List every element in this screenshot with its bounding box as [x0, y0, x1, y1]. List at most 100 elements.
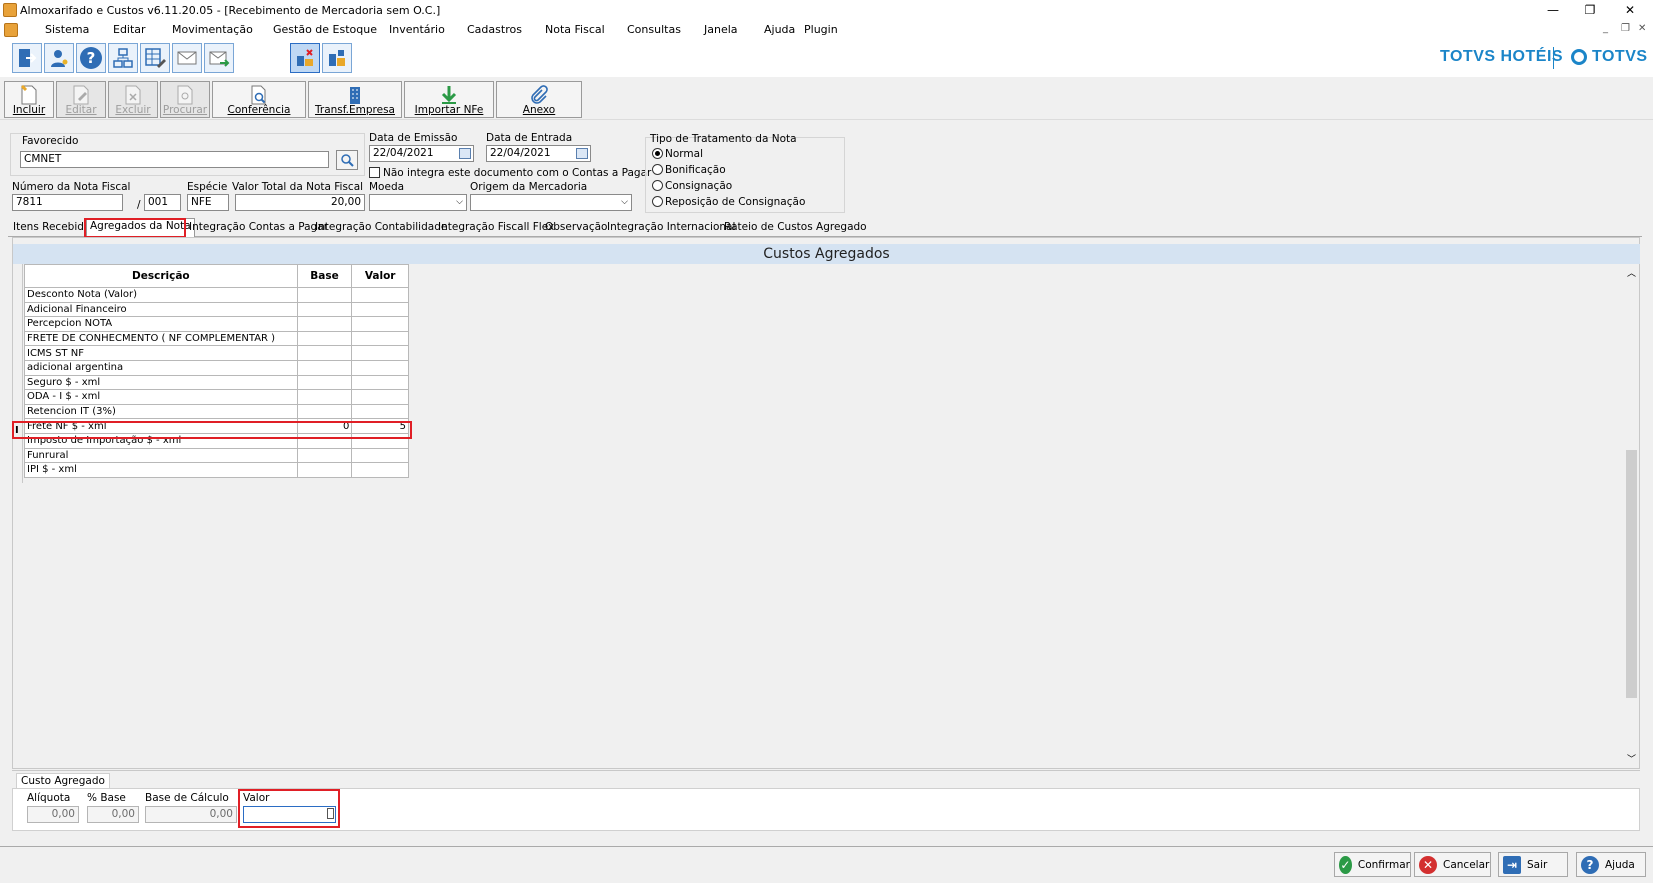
- menu-ajuda[interactable]: Ajuda: [764, 23, 795, 36]
- menu-cadastros[interactable]: Cadastros: [467, 23, 522, 36]
- receipt-cancel-icon[interactable]: [290, 43, 320, 73]
- importar-nfe-button[interactable]: Importar NFe: [404, 81, 494, 118]
- cell-base[interactable]: [296, 287, 353, 303]
- tab-integracao-internacional[interactable]: Integração Internacional: [604, 220, 738, 237]
- cell-base[interactable]: [296, 301, 353, 318]
- procurar-button[interactable]: Procurar: [160, 81, 210, 118]
- radio-reposicao[interactable]: [652, 196, 663, 207]
- col-header-descricao[interactable]: Descrição: [24, 264, 298, 288]
- mail-send-icon[interactable]: [204, 43, 234, 73]
- cell-base[interactable]: [296, 316, 353, 332]
- mdi-minimize-icon[interactable]: _: [1603, 23, 1608, 34]
- table-row[interactable]: ICMS ST NF: [24, 345, 409, 361]
- cell-base[interactable]: [296, 462, 353, 478]
- numero-nota-input[interactable]: 7811: [12, 194, 123, 211]
- table-row[interactable]: adicional argentina: [24, 359, 409, 376]
- tab-integracao-contabilidade[interactable]: Integração Contabilidade: [312, 220, 450, 237]
- cell-valor[interactable]: [351, 301, 409, 318]
- cancelar-button[interactable]: ✕ Cancelar: [1414, 852, 1491, 877]
- table-row[interactable]: Percepcion NOTA: [24, 316, 409, 332]
- cell-base[interactable]: [296, 345, 353, 361]
- cell-valor[interactable]: [351, 359, 409, 376]
- tab-rateio-custos-agregado[interactable]: Rateio de Custos Agregado: [721, 220, 870, 237]
- calendar-icon[interactable]: [576, 148, 588, 159]
- cell-valor[interactable]: [351, 330, 409, 347]
- menu-inventario[interactable]: Inventário: [389, 23, 445, 36]
- menu-gestao-estoque[interactable]: Gestão de Estoque: [273, 23, 377, 36]
- tab-custo-agregado[interactable]: Custo Agregado: [16, 773, 110, 788]
- col-header-base[interactable]: Base: [296, 264, 353, 288]
- menu-janela[interactable]: Janela: [704, 23, 738, 36]
- cell-descricao[interactable]: IPI $ - xml: [24, 462, 298, 478]
- origem-select[interactable]: ⌵: [470, 194, 632, 211]
- table-row[interactable]: Seguro $ - xml: [24, 374, 409, 391]
- calendar-icon[interactable]: [459, 148, 471, 159]
- menu-movimentacao[interactable]: Movimentação: [172, 23, 253, 36]
- data-entrada-input[interactable]: 22/04/2021: [486, 145, 591, 162]
- cell-descricao[interactable]: Funrural: [24, 447, 298, 464]
- radio-normal[interactable]: [652, 148, 663, 159]
- cell-valor[interactable]: [351, 403, 409, 420]
- especie-input[interactable]: NFE: [187, 194, 229, 211]
- radio-consignacao[interactable]: [652, 180, 663, 191]
- cell-base[interactable]: [296, 374, 353, 391]
- cell-descricao[interactable]: Seguro $ - xml: [24, 374, 298, 391]
- menu-nota-fiscal[interactable]: Nota Fiscal: [545, 23, 605, 36]
- cell-base[interactable]: [296, 403, 353, 420]
- scroll-up-icon[interactable]: ︿: [1627, 266, 1636, 279]
- cell-valor[interactable]: [351, 287, 409, 303]
- cell-valor[interactable]: [351, 447, 409, 464]
- radio-bonificacao[interactable]: [652, 164, 663, 175]
- base-calculo-input[interactable]: 0,00: [145, 806, 237, 823]
- cell-valor[interactable]: [351, 316, 409, 332]
- close-button[interactable]: ✕: [1607, 0, 1653, 21]
- cell-valor[interactable]: [351, 389, 409, 405]
- mdi-close-icon[interactable]: ✕: [1638, 23, 1646, 34]
- mdi-restore-icon[interactable]: ❐: [1621, 23, 1630, 34]
- data-emissao-input[interactable]: 22/04/2021: [369, 145, 474, 162]
- menu-sistema[interactable]: Sistema: [45, 23, 89, 36]
- menu-plugin[interactable]: Plugin: [804, 23, 838, 36]
- cell-descricao[interactable]: Desconto Nota (Valor): [24, 287, 298, 303]
- ajuda-button[interactable]: ? Ajuda: [1576, 852, 1646, 877]
- transf-empresa-button[interactable]: Transf.Empresa: [308, 81, 402, 118]
- cell-descricao[interactable]: Retencion IT (3%): [24, 403, 298, 420]
- favorecido-search-button[interactable]: [336, 150, 358, 170]
- tab-observacao[interactable]: Observação: [542, 220, 610, 237]
- table-row[interactable]: Retencion IT (3%): [24, 403, 409, 420]
- moeda-select[interactable]: ⌵: [369, 194, 467, 211]
- cell-valor[interactable]: [351, 345, 409, 361]
- cell-valor[interactable]: [351, 462, 409, 478]
- conferencia-button[interactable]: Conferência: [212, 81, 306, 118]
- sair-button[interactable]: ⇥ Sair: [1498, 852, 1568, 877]
- percent-base-input[interactable]: 0,00: [87, 806, 139, 823]
- vertical-scrollbar[interactable]: ︿ ﹀: [1624, 264, 1639, 768]
- help-icon[interactable]: ?: [76, 43, 106, 73]
- nao-integra-checkbox[interactable]: [369, 167, 380, 178]
- exit-door-icon[interactable]: [12, 43, 42, 73]
- valor-total-input[interactable]: 20,00: [235, 194, 365, 211]
- table-row[interactable]: Desconto Nota (Valor): [24, 287, 409, 303]
- col-header-valor[interactable]: Valor: [351, 264, 409, 288]
- cell-descricao[interactable]: ODA - I $ - xml: [24, 389, 298, 405]
- scroll-down-icon[interactable]: ﹀: [1627, 752, 1636, 765]
- table-row[interactable]: Funrural: [24, 447, 409, 464]
- grid-edit-icon[interactable]: [140, 43, 170, 73]
- tab-integracao-contas-pagar[interactable]: Integração Contas a Pagar: [186, 220, 331, 237]
- table-row[interactable]: FRETE DE CONHECMENTO ( NF COMPLEMENTAR ): [24, 330, 409, 347]
- cell-descricao[interactable]: adicional argentina: [24, 359, 298, 376]
- table-row[interactable]: ODA - I $ - xml: [24, 389, 409, 405]
- org-chart-icon[interactable]: [108, 43, 138, 73]
- cell-valor[interactable]: [351, 374, 409, 391]
- calculator-icon[interactable]: [327, 808, 334, 819]
- cell-base[interactable]: [296, 447, 353, 464]
- mail-icon[interactable]: [172, 43, 202, 73]
- anexo-button[interactable]: Anexo: [496, 81, 582, 118]
- serie-input[interactable]: 001: [144, 194, 181, 211]
- cell-descricao[interactable]: Percepcion NOTA: [24, 316, 298, 332]
- scroll-thumb[interactable]: [1626, 450, 1637, 698]
- cell-descricao[interactable]: ICMS ST NF: [24, 345, 298, 361]
- editar-button[interactable]: Editar: [56, 81, 106, 118]
- cell-base[interactable]: [296, 359, 353, 376]
- menu-editar[interactable]: Editar: [113, 23, 146, 36]
